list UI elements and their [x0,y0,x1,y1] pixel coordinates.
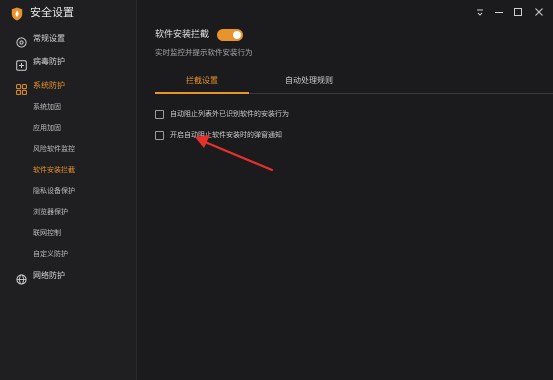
sub-item-privacy-device[interactable]: 隐私设备保护 [0,183,136,199]
title-bar: 安全设置 [0,0,553,26]
sub-item-system-hardening[interactable]: 系统加固 [0,99,136,115]
sidebar-item-label: 网络防护 [33,271,65,280]
option-label: 自动阻止列表外已识别软件的安装行为 [170,110,289,118]
minimize-icon[interactable] [491,4,507,20]
gear-circle-icon [16,33,27,48]
close-icon[interactable] [531,4,547,20]
sidebar: 常规设置 病毒防护 系统防护 系统加固 应用加固 风险软件监控 软件安装拦截 隐… [0,0,137,380]
sidebar-item-general-settings[interactable]: 常规设置 [0,29,136,49]
grid-icon [16,80,27,95]
option-block-unlisted-install[interactable]: 自动阻止列表外已识别软件的安装行为 [155,108,395,120]
shield-logo-icon [11,6,23,21]
sub-item-label: 应用加固 [33,124,61,132]
sub-item-label: 系统加固 [33,103,61,111]
toggle-knob [233,31,241,39]
checkbox[interactable] [155,110,164,119]
tab-intercept-settings[interactable]: 拦截设置 [155,73,249,94]
sub-item-label: 自定义防护 [33,250,68,258]
sub-item-label: 浏览器保护 [33,208,68,216]
tab-underline [155,92,249,94]
menu-icon[interactable] [472,4,488,20]
maximize-icon[interactable] [510,4,526,20]
sub-item-label: 软件安装拦截 [33,166,75,174]
option-label: 开启自动阻止软件安装时的弹窗通知 [170,131,282,139]
sidebar-item-system-protection[interactable]: 系统防护 [0,76,136,96]
sub-item-label: 隐私设备保护 [33,187,75,195]
window-title: 安全设置 [30,6,74,19]
sub-item-risk-software-monitor[interactable]: 风险软件监控 [0,141,136,157]
plus-square-icon [16,56,27,71]
sub-item-label: 联网控制 [33,229,61,237]
sidebar-item-label: 系统防护 [33,81,65,90]
sub-item-label: 风险软件监控 [33,145,75,153]
sidebar-item-label: 常规设置 [33,34,65,43]
sidebar-item-virus-protection[interactable]: 病毒防护 [0,52,136,72]
sub-item-network-control[interactable]: 联网控制 [0,225,136,241]
tab-label: 拦截设置 [186,76,218,85]
tab-bar: 拦截设置 自动处理规则 [155,73,553,94]
sidebar-item-label: 病毒防护 [33,57,65,66]
main-panel: 软件安装拦截 实时监控并提示软件安装行为 拦截设置 自动处理规则 自动阻止列表外… [137,26,553,380]
intercept-toggle[interactable] [217,29,243,41]
sub-item-custom-protection[interactable]: 自定义防护 [0,246,136,262]
page-title: 软件安装拦截 [155,30,210,40]
sub-item-browser-protection[interactable]: 浏览器保护 [0,204,136,220]
tab-label: 自动处理规则 [285,76,333,85]
tab-auto-rules[interactable]: 自动处理规则 [261,73,357,93]
sub-item-install-intercept[interactable]: 软件安装拦截 [0,162,136,178]
sub-item-app-hardening[interactable]: 应用加固 [0,120,136,136]
checkbox[interactable] [155,131,164,140]
globe-icon [16,270,27,285]
option-popup-notification[interactable]: 开启自动阻止软件安装时的弹窗通知 [155,129,395,141]
page-description: 实时监控并提示软件安装行为 [155,48,253,57]
sidebar-item-network-protection[interactable]: 网络防护 [0,266,136,286]
